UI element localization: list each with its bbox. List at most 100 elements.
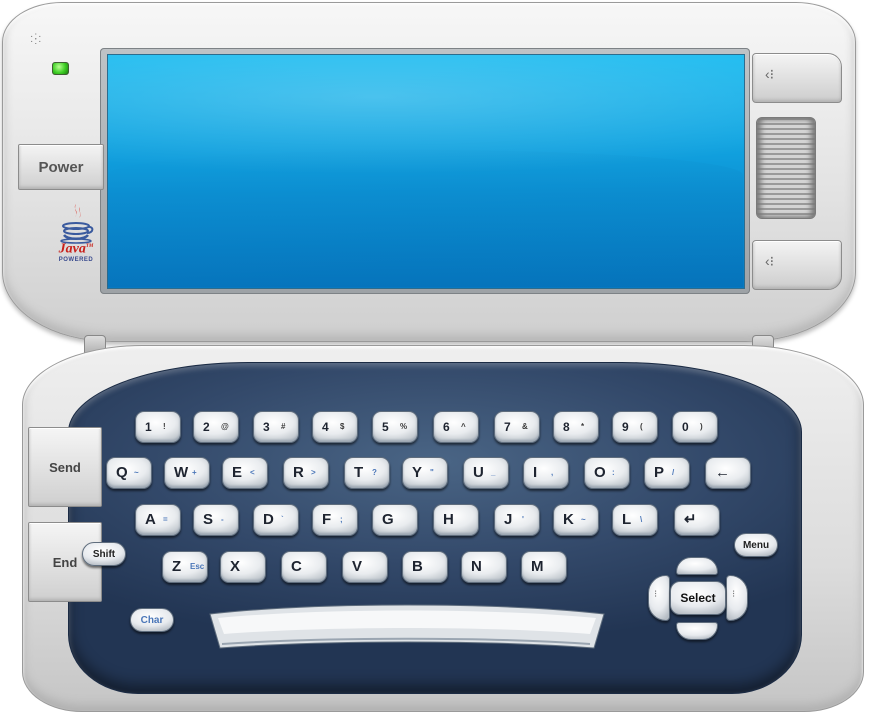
scroll-up-button[interactable]: ‹⁝ [752,53,842,103]
key-label: 1 [145,420,152,434]
shift-key-label: Shift [92,548,116,560]
menu-key[interactable]: Menu [734,533,778,557]
key[interactable]: M [521,551,567,583]
key-alt-label: Esc [190,562,205,571]
screen-glare [107,150,743,287]
key-label: D [263,511,274,528]
java-logo-word: JavaTM [58,241,94,257]
key[interactable]: I, [523,457,569,489]
select-button[interactable]: Select [670,581,726,615]
key-label: L [622,511,632,528]
key[interactable]: L \ [612,504,658,536]
key[interactable]: 9( [612,411,658,443]
key-alt-label: ` [281,515,284,524]
key-label: Q [116,464,128,481]
key[interactable]: 4 $ [312,411,358,443]
key[interactable]: D ` [253,504,299,536]
key-alt-label: & [522,422,528,431]
key[interactable]: G [372,504,418,536]
key[interactable]: J ' [494,504,540,536]
key-alt-label: % [400,422,408,431]
java-logo-powered: POWERED [58,256,94,263]
key-alt-label: \ [640,515,643,524]
scroll-down-button[interactable]: ‹⁝ [752,240,842,290]
end-button-label: End [52,554,78,570]
shift-key[interactable]: Shift [82,542,126,566]
key[interactable]: Q ~ [106,457,152,489]
key-label: T [354,464,364,481]
dpad-up-button[interactable] [676,557,718,575]
key[interactable]: P / [644,457,690,489]
key-alt-label: , [551,468,554,477]
key-label: R [293,464,304,481]
key[interactable]: W + [164,457,210,489]
key-alt-label: ~ [581,515,586,524]
key[interactable]: Z Esc [162,551,208,583]
key[interactable]: 7 & [494,411,540,443]
key[interactable]: 8 * [553,411,599,443]
key-alt-label: < [250,468,255,477]
key-label: A [145,511,156,528]
key-alt-label: ) [700,422,703,431]
key[interactable]: 1! [135,411,181,443]
key-label: 0 [682,420,689,434]
key[interactable]: X [220,551,266,583]
power-button[interactable]: Power [18,144,104,190]
key-label: 7 [504,420,511,434]
key[interactable]: E < [222,457,268,489]
key-alt-label: ; [340,515,343,524]
key[interactable]: ← [705,457,751,489]
key-label: B [412,558,423,575]
key[interactable]: 2 @ [193,411,239,443]
java-powered-logo: JavaTM POWERED [50,202,102,280]
key[interactable]: R > [283,457,329,489]
key-alt-label: ~ [134,468,139,477]
dotted-chevron-left-icon: ‹⁝ [765,253,775,269]
key[interactable]: U _ [463,457,509,489]
key[interactable]: B [402,551,448,583]
dpad-left-button[interactable]: ⁝ [648,575,670,621]
key-alt-label: + [192,468,197,477]
key-label: X [230,558,241,575]
key[interactable]: 5% [372,411,418,443]
key-label: C [291,558,302,575]
key-label: S [203,511,214,528]
key-alt-label: # [281,422,286,431]
key[interactable]: S- [193,504,239,536]
key[interactable]: 3 # [253,411,299,443]
key-label: H [443,511,454,528]
key[interactable]: A = [135,504,181,536]
key-alt-label: ^ [461,422,466,431]
key[interactable]: K ~ [553,504,599,536]
key[interactable]: C [281,551,327,583]
key-label: J [504,511,513,528]
key[interactable]: ↵ [674,504,720,536]
key[interactable]: H [433,504,479,536]
key-label: M [531,558,544,575]
key-label: P [654,464,665,481]
power-button-label: Power [38,158,84,176]
key[interactable]: N [461,551,507,583]
send-button-label: Send [49,459,81,475]
key-label: U [473,464,484,481]
key[interactable]: T? [344,457,390,489]
char-key[interactable]: Char [130,608,174,632]
key[interactable]: O: [584,457,630,489]
speaker-grille-icon: ·:· ·:· [30,31,43,47]
key[interactable]: Y " [402,457,448,489]
key-label: Z [172,558,182,575]
key-alt-label: ! [163,422,166,431]
key-alt-label: * [581,422,585,431]
menu-key-label: Menu [742,539,770,551]
key[interactable]: 6 ^ [433,411,479,443]
key-alt-label: ? [372,468,377,477]
scroll-wheel[interactable] [756,117,816,219]
key-label: 8 [563,420,570,434]
key-alt-label: / [672,468,675,477]
send-button[interactable]: Send [28,427,102,507]
key[interactable]: V [342,551,388,583]
space-bar[interactable] [198,604,616,654]
key-label: O [594,464,606,481]
key[interactable]: 0) [672,411,718,443]
key[interactable]: F; [312,504,358,536]
